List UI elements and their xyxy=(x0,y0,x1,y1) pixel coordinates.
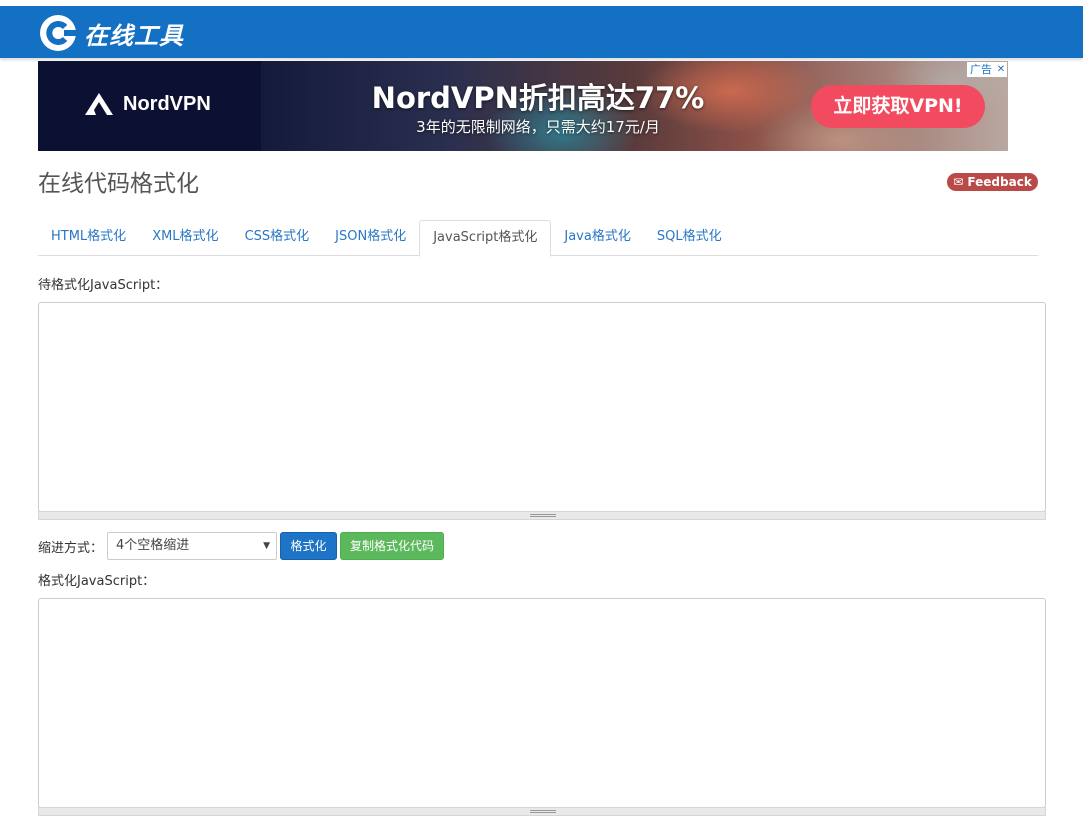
nordvpn-mountain-icon xyxy=(85,93,113,115)
tab-json[interactable]: JSON格式化 xyxy=(322,220,419,256)
ad-headline: NordVPN折扣高达77% xyxy=(371,81,705,115)
formatter-tabs: HTML格式化 XML格式化 CSS格式化 JSON格式化 JavaScript… xyxy=(38,220,1038,257)
tab-java[interactable]: Java格式化 xyxy=(551,220,643,256)
ad-brand: NordVPN xyxy=(83,91,211,117)
format-button[interactable]: 格式化 xyxy=(280,532,337,560)
logo-text: 在线工具 xyxy=(84,20,184,50)
tab-html[interactable]: HTML格式化 xyxy=(38,220,139,256)
tab-xml[interactable]: XML格式化 xyxy=(139,220,231,256)
indent-selected-value: 4个空格缩进 xyxy=(116,538,190,553)
tab-css[interactable]: CSS格式化 xyxy=(232,220,323,256)
indent-select[interactable]: 4个空格缩进 ▼ xyxy=(107,532,277,560)
output-label: 格式化JavaScript： xyxy=(38,574,156,589)
copy-formatted-button[interactable]: 复制格式化代码 xyxy=(340,532,444,560)
ad-subline: 3年的无限制网络，只需大约17元/月 xyxy=(416,118,660,136)
ad-cta-button[interactable]: 立即获取VPN! xyxy=(811,85,985,128)
ad-banner[interactable]: NordVPN NordVPN折扣高达77% 3年的无限制网络，只需大约17元/… xyxy=(38,61,1008,151)
page-title: 在线代码格式化 xyxy=(38,171,199,197)
input-label: 待格式化JavaScript： xyxy=(38,278,169,293)
ad-brand-name: NordVPN xyxy=(123,92,211,115)
input-code-textarea[interactable] xyxy=(38,302,1046,512)
output-resize-handle[interactable] xyxy=(38,807,1046,816)
chevron-down-icon: ▼ xyxy=(263,541,270,551)
tab-sql[interactable]: SQL格式化 xyxy=(644,220,735,256)
ad-close-icon[interactable]: ✕ xyxy=(995,62,1007,77)
input-resize-handle[interactable] xyxy=(38,511,1046,520)
indent-label: 缩进方式： xyxy=(38,541,104,556)
site-logo[interactable]: 在线工具 xyxy=(38,13,184,53)
tab-javascript[interactable]: JavaScript格式化 xyxy=(419,220,552,257)
ad-label[interactable]: 广告 xyxy=(967,62,995,77)
c-logo-icon xyxy=(40,15,78,51)
grip-icon xyxy=(530,810,556,813)
output-code-textarea[interactable] xyxy=(38,598,1046,808)
feedback-button[interactable]: ✉ Feedback xyxy=(947,173,1038,191)
top-header: 在线工具 xyxy=(0,0,1083,58)
grip-icon xyxy=(530,514,556,517)
